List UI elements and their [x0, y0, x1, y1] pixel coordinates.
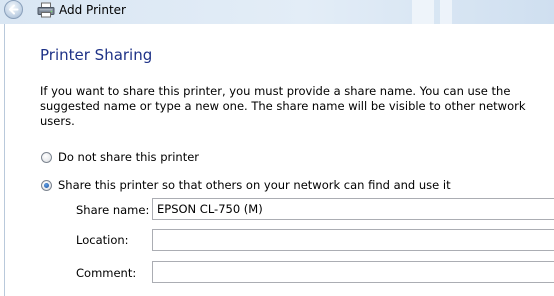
- comment-input[interactable]: [152, 261, 554, 283]
- share-name-label: Share name:: [76, 203, 150, 217]
- glass-highlight: [412, 0, 434, 24]
- location-input[interactable]: [152, 229, 554, 251]
- comment-label: Comment:: [76, 266, 137, 280]
- back-arrow-icon: [9, 4, 19, 15]
- glass-highlight: [440, 0, 452, 24]
- share-name-input[interactable]: [152, 198, 554, 220]
- back-button[interactable]: [4, 0, 23, 19]
- window-title: Add Printer: [59, 3, 126, 17]
- page-description: If you want to share this printer, you m…: [40, 84, 526, 128]
- dialog-content: Printer Sharing If you want to share thi…: [4, 24, 554, 296]
- location-label: Location:: [76, 233, 129, 247]
- page-heading: Printer Sharing: [40, 46, 153, 64]
- do-not-share-radio[interactable]: [41, 151, 52, 163]
- share-printer-option[interactable]: Share this printer so that others on you…: [41, 177, 451, 193]
- share-printer-radio[interactable]: [41, 179, 52, 191]
- title-bar: Add Printer: [0, 0, 554, 24]
- printer-icon: [37, 2, 55, 18]
- do-not-share-label: Do not share this printer: [58, 150, 200, 164]
- do-not-share-option[interactable]: Do not share this printer: [41, 149, 199, 165]
- share-printer-label: Share this printer so that others on you…: [58, 178, 451, 192]
